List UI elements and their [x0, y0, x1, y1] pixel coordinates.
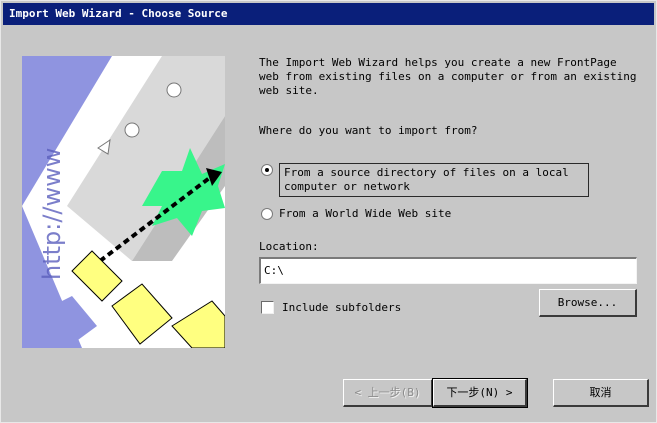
- import-source-question: Where do you want to import from?: [259, 124, 478, 137]
- option-local-directory-label: From a source directory of files on a lo…: [279, 163, 589, 197]
- browse-button[interactable]: Browse...: [539, 289, 637, 317]
- import-web-wizard-dialog: Import Web Wizard - Choose Source http:/…: [0, 0, 657, 423]
- location-label: Location:: [259, 240, 319, 253]
- location-input[interactable]: C:\: [259, 257, 637, 284]
- title-bar: Import Web Wizard - Choose Source: [3, 3, 654, 25]
- radio-world-wide-web[interactable]: [261, 208, 273, 220]
- radio-local-directory[interactable]: [261, 164, 273, 176]
- include-subfolders-label: Include subfolders: [282, 301, 402, 314]
- illustration-url-text: http://www: [38, 147, 66, 280]
- option-world-wide-web-label: From a World Wide Web site: [279, 207, 452, 220]
- intro-text: The Import Web Wizard helps you create a…: [259, 56, 637, 97]
- cancel-button[interactable]: 取消: [553, 379, 649, 407]
- wizard-illustration: http://www: [22, 56, 225, 348]
- next-button[interactable]: 下一步(N) >: [432, 378, 528, 408]
- option-world-wide-web[interactable]: From a World Wide Web site: [261, 207, 451, 221]
- option-local-directory[interactable]: From a source directory of files on a lo…: [261, 163, 589, 197]
- back-button[interactable]: < 上一步(B): [343, 379, 433, 407]
- include-subfolders-checkbox[interactable]: [261, 301, 274, 314]
